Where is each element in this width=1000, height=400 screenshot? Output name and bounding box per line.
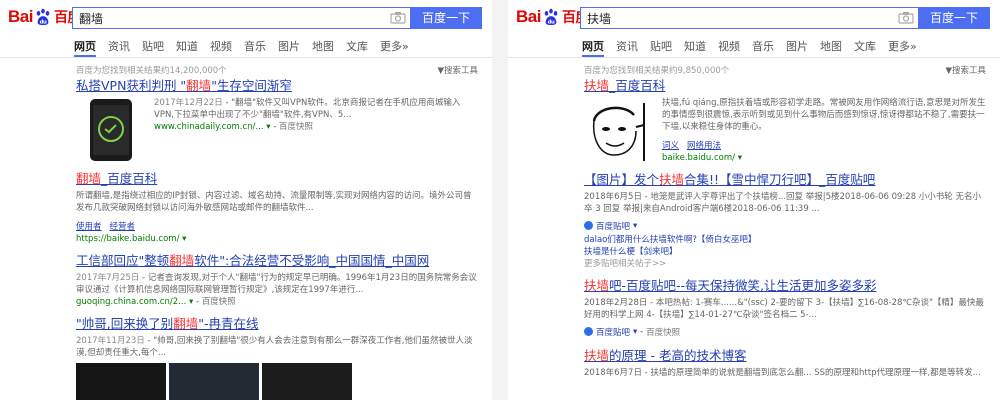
result-url[interactable]: baike.baidu.com/ ▾ (662, 152, 986, 164)
search-button[interactable]: 百度一下 (918, 7, 990, 29)
tab-video[interactable]: 视频 (718, 34, 752, 57)
result-title[interactable]: 扶墙吧-百度贴吧--每天保持微笑,让生活更加多姿多彩 (584, 278, 986, 294)
result-title[interactable]: 扶墙_百度百科 (584, 78, 986, 94)
result-abstract: 所谓翻墙,是指绕过相应的IP封锁、内容过滤、域名劫持、流量限制等,实现对网络内容… (76, 191, 472, 213)
camera-icon[interactable] (898, 11, 914, 24)
search-tools[interactable]: ▼搜索工具 (945, 64, 986, 78)
result-item: 【图片】发个扶墙合集!!【雪中悍刀行吧】_百度贴吧 2018年6月5日 - 地笼… (584, 172, 986, 270)
result-item: 扶墙吧-百度贴吧--每天保持微笑,让生活更加多姿多彩 2018年2月28日 - … (584, 278, 986, 340)
related-post[interactable]: 扶墙是什么梗【剑来吧】 (584, 246, 986, 258)
search-button[interactable]: 百度一下 (410, 7, 482, 29)
baidu-logo[interactable]: Bai du 百度 (8, 6, 81, 28)
result-item: 扶墙_百度百科 扶墙,fú qiáng,原指扶着墙或形容初学走路。常被网友用作网… (584, 78, 986, 164)
results-list: 扶墙_百度百科 扶墙,fú qiáng,原指扶着墙或形容初学走路。常被网友用作网… (508, 78, 1000, 379)
search-tools[interactable]: ▼搜索工具 (437, 64, 478, 78)
tab-more[interactable]: 更多» (380, 34, 420, 57)
video-thumbnail[interactable] (76, 363, 166, 400)
right-search-page: Bai du 百度 百度一下 网页 资讯 贴吧 知道 视频 音乐 图片 (508, 0, 1000, 400)
top-bar: Bai du 百度 百度一下 (508, 0, 1000, 34)
tab-zhidao[interactable]: 知道 (684, 34, 718, 57)
result-item: "帅哥,回来换了别翻墙"-冉青在线 2017年11月23日 - "帅哥,回来换了… (76, 316, 478, 400)
tab-map[interactable]: 地图 (312, 34, 346, 57)
sublink-operator[interactable]: 经营者 (110, 222, 136, 232)
video-thumbnail[interactable] (262, 363, 352, 400)
baidu-logo[interactable]: Bai du 百度 (516, 6, 589, 28)
result-title[interactable]: "帅哥,回来换了别翻墙"-冉青在线 (76, 316, 478, 332)
results-list: 私搭VPN获利判刑 "翻墙"生存空间渐窄 2017年12月22日 - "翻墙"软… (0, 78, 492, 400)
svg-text:du: du (40, 19, 47, 25)
result-meta: 百度为您找到相关结果约14,200,000个 ▼搜索工具 (0, 58, 492, 78)
sublink-meaning[interactable]: 词义 (662, 141, 679, 151)
result-count: 百度为您找到相关结果约9,850,000个 (584, 66, 730, 76)
result-title[interactable]: 扶墙的原理 - 老高的技术博客 (584, 348, 986, 364)
result-abstract: 2018年6月5日 - 地笼是武评人字尊评出了个扶墙榜...回复 举报|5楼20… (584, 192, 982, 214)
tab-video[interactable]: 视频 (210, 34, 244, 57)
divider (492, 0, 508, 400)
video-thumbnail[interactable] (169, 363, 259, 400)
video-thumbnails (76, 363, 478, 400)
tab-map[interactable]: 地图 (820, 34, 854, 57)
tab-wenku[interactable]: 文库 (854, 34, 888, 57)
tab-tieba[interactable]: 贴吧 (650, 34, 684, 57)
related-post[interactable]: dalao们都用什么扶墙软件啊?【倚白女巫吧】 (584, 234, 986, 246)
search-input[interactable] (580, 7, 918, 29)
vpn-app-thumbnail[interactable] (76, 97, 146, 163)
result-item: 扶墙的原理 - 老高的技术博客 2018年6月7日 - 扶墙的原理简单的说就是翻… (584, 348, 986, 379)
nav-tabs: 网页 资讯 贴吧 知道 视频 音乐 图片 地图 文库 更多» (0, 34, 492, 58)
search-field[interactable] (587, 8, 887, 28)
result-url[interactable]: www.chinadaily.com.cn/... ▾ - 百度快照 (154, 121, 478, 133)
result-url[interactable]: guoqing.china.com.cn/2... ▾ - 百度快照 (76, 296, 478, 308)
result-abstract: 2017年12月22日 - "翻墙"软件又叫VPN软件。北京商报记者在手机应用商… (154, 98, 461, 120)
result-item: 工信部回应"整顿翻墙软件":合法经营不受影响_中国国情_中国网 2017年7月2… (76, 253, 478, 308)
camera-icon[interactable] (390, 11, 406, 24)
tab-music[interactable]: 音乐 (244, 34, 278, 57)
left-search-page: Bai du 百度 百度一下 网页 资讯 贴吧 知道 视频 音乐 图片 (0, 0, 492, 400)
result-abstract: 2018年2月28日 - 本吧热帖: 1-赛车......&"(ssc) 2-要… (584, 298, 984, 320)
tieba-tag[interactable]: 百度贴吧 ▾ - 百度快照 (584, 326, 680, 338)
tab-images[interactable]: 图片 (786, 34, 820, 57)
tab-music[interactable]: 音乐 (752, 34, 786, 57)
tab-more[interactable]: 更多» (888, 34, 928, 57)
result-title[interactable]: 工信部回应"整顿翻墙软件":合法经营不受影响_中国国情_中国网 (76, 253, 478, 269)
result-item: 私搭VPN获利判刑 "翻墙"生存空间渐窄 2017年12月22日 - "翻墙"软… (76, 78, 478, 163)
result-meta: 百度为您找到相关结果约9,850,000个 ▼搜索工具 (508, 58, 1000, 78)
tieba-icon (584, 221, 593, 230)
tab-images[interactable]: 图片 (278, 34, 312, 57)
result-title[interactable]: 私搭VPN获利判刑 "翻墙"生存空间渐窄 (76, 78, 478, 94)
result-abstract: 2017年11月23日 - "帅哥,回来换了别翻墙"很少有人会去注意到有那么一群… (76, 336, 473, 358)
paw-icon: du (36, 8, 50, 25)
result-abstract: 扶墙,fú qiáng,原指扶着墙或形容初学走路。常被网友用作网络流行语,意思是… (662, 98, 986, 132)
search-field[interactable] (79, 8, 379, 28)
tab-news[interactable]: 资讯 (616, 34, 650, 57)
tab-web[interactable]: 网页 (74, 34, 96, 57)
result-abstract: 2018年6月7日 - 扶墙的原理简单的说就是翻墙到底怎么翻... SS的原理和… (584, 368, 981, 378)
tab-wenku[interactable]: 文库 (346, 34, 380, 57)
result-title[interactable]: 【图片】发个扶墙合集!!【雪中悍刀行吧】_百度贴吧 (584, 172, 986, 188)
sublink-usage[interactable]: 网络用法 (687, 141, 721, 151)
top-bar: Bai du 百度 百度一下 (0, 0, 492, 34)
tab-web[interactable]: 网页 (582, 34, 604, 57)
tab-news[interactable]: 资讯 (108, 34, 142, 57)
paw-icon: du (544, 8, 558, 25)
result-abstract: 2017年7月25日 - 记者查询发现,对于个人"翻墙"行为的规定早已明确。19… (76, 273, 477, 295)
result-count: 百度为您找到相关结果约14,200,000个 (76, 66, 227, 76)
tieba-icon (584, 327, 593, 336)
tab-zhidao[interactable]: 知道 (176, 34, 210, 57)
result-url[interactable]: https://baike.baidu.com/ ▾ (76, 233, 478, 245)
svg-text:du: du (548, 19, 555, 25)
sublink-user[interactable]: 使用者 (76, 222, 102, 232)
search-input[interactable] (72, 7, 410, 29)
tab-tieba[interactable]: 贴吧 (142, 34, 176, 57)
more-posts-link[interactable]: 更多贴吧相关帖子>> (584, 258, 986, 270)
nav-tabs: 网页 资讯 贴吧 知道 视频 音乐 图片 地图 文库 更多» (508, 34, 1000, 58)
meme-face-thumbnail[interactable] (584, 97, 654, 163)
result-title[interactable]: 翻墙_百度百科 (76, 171, 478, 187)
result-item: 翻墙_百度百科 所谓翻墙,是指绕过相应的IP封锁、内容过滤、域名劫持、流量限制等… (76, 171, 478, 245)
tieba-tag[interactable]: 百度贴吧 ▾ (584, 220, 637, 232)
